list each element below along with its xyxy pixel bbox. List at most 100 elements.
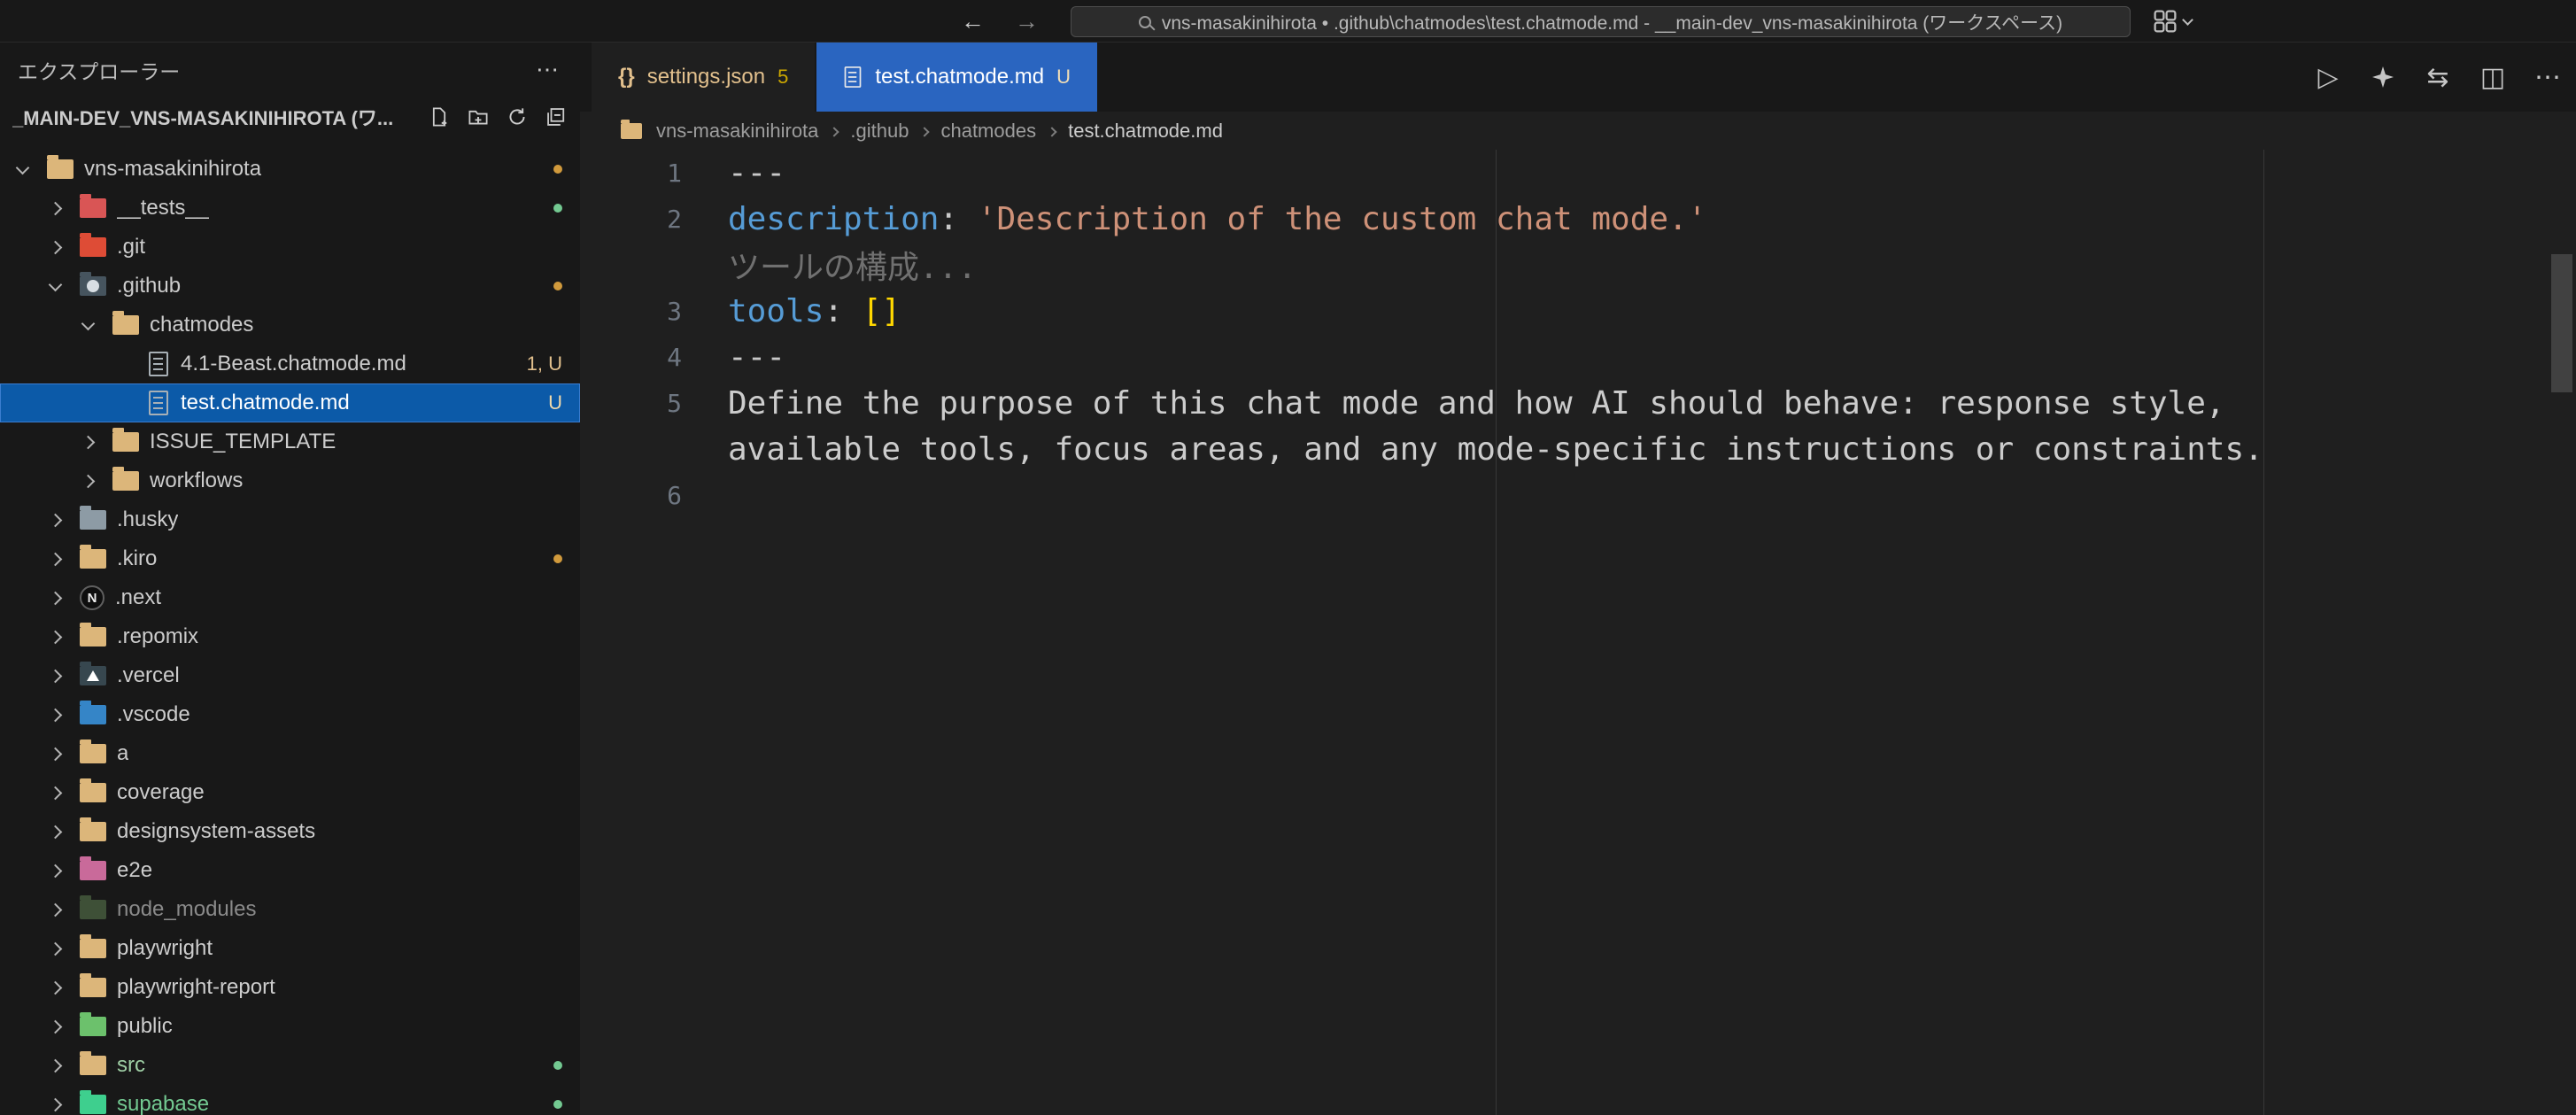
tree-item-label: supabase — [117, 1092, 209, 1115]
folder-icon — [112, 432, 139, 452]
folder-icon — [80, 1056, 106, 1075]
markdown-file-icon — [845, 66, 862, 88]
code-line[interactable]: 6 — [580, 472, 2576, 518]
code-line[interactable]: ツールの構成... — [580, 242, 2576, 288]
chevron-right-icon — [49, 513, 63, 527]
tree-item-node_modules[interactable]: node_modules — [0, 890, 580, 929]
breadcrumb-item-vns-masakinihirota[interactable]: vns-masakinihirota — [656, 120, 818, 143]
git-status-dot — [553, 165, 562, 174]
tree-item-label: .github — [117, 274, 181, 298]
workspace-section-header[interactable]: _MAIN-DEV_VNS-MASAKINIHIROTA (ワ... — [0, 97, 580, 137]
tree-item-.vscode[interactable]: .vscode — [0, 695, 580, 734]
line-number: 6 — [580, 481, 682, 510]
chevron-right-icon — [49, 1058, 63, 1072]
copilot-icon[interactable] — [2369, 66, 2397, 88]
code-area: 1---2description: 'Description of the cu… — [580, 150, 2576, 518]
git-status-dot — [553, 282, 562, 290]
chevron-right-icon — [49, 552, 63, 566]
more-actions-icon[interactable]: ⋯ — [2533, 62, 2562, 93]
explorer-more-actions-icon[interactable]: ⋯ — [536, 56, 559, 83]
tree-item-label: 4.1-Beast.chatmode.md — [181, 352, 406, 376]
tree-item-e2e[interactable]: e2e — [0, 851, 580, 890]
tree-item-.github[interactable]: .github — [0, 267, 580, 306]
breadcrumb-item-chatmodes[interactable]: chatmodes — [940, 120, 1036, 143]
tree-item-label: test.chatmode.md — [181, 391, 350, 415]
chevron-down-icon — [16, 160, 30, 174]
forward-arrow-icon[interactable]: → — [1015, 8, 1039, 35]
breadcrumb-item-.github[interactable]: .github — [850, 120, 909, 143]
tree-item-label: .kiro — [117, 546, 157, 571]
tree-item-label: .vscode — [117, 702, 190, 727]
tree-item-coverage[interactable]: coverage — [0, 773, 580, 812]
tree-item-public[interactable]: public — [0, 1007, 580, 1046]
tree-item-.husky[interactable]: .husky — [0, 500, 580, 539]
tree-item-designsystem-assets[interactable]: designsystem-assets — [0, 812, 580, 851]
tree-item-playwright-report[interactable]: playwright-report — [0, 968, 580, 1007]
collapse-all-icon[interactable] — [541, 102, 571, 132]
chevron-right-icon — [49, 630, 63, 644]
chevron-down-icon — [2182, 14, 2193, 26]
tree-item-4.1-Beast.chatmode.md[interactable]: 4.1-Beast.chatmode.md1, U — [0, 345, 580, 383]
command-center[interactable]: vns-masakinihirota • .github\chatmodes\t… — [1071, 6, 2131, 37]
folder-icon — [80, 237, 106, 257]
code-line[interactable]: 1--- — [580, 150, 2576, 196]
editor-pane[interactable]: 1---2description: 'Description of the cu… — [580, 150, 2576, 1115]
chevron-right-icon — [49, 747, 63, 761]
tree-item-src[interactable]: src — [0, 1046, 580, 1085]
accounts-cluster[interactable] — [2154, 0, 2192, 43]
refresh-icon[interactable] — [502, 102, 532, 132]
git-status-dot — [553, 204, 562, 213]
tab-settings.json[interactable]: {}settings.json5 — [592, 43, 815, 112]
code-text: Define the purpose of this chat mode and… — [682, 385, 2225, 422]
folder-icon — [80, 549, 106, 569]
tree-item-supabase[interactable]: supabase — [0, 1085, 580, 1115]
tree-item-label: node_modules — [117, 897, 256, 922]
tree-item-playwright[interactable]: playwright — [0, 929, 580, 968]
tree-item-workflows[interactable]: workflows — [0, 461, 580, 500]
tree-item-.kiro[interactable]: .kiro — [0, 539, 580, 578]
tab-test.chatmode.md[interactable]: test.chatmode.mdU — [816, 43, 1097, 112]
code-line[interactable]: 4--- — [580, 334, 2576, 380]
tree-item-__tests__[interactable]: __tests__ — [0, 189, 580, 228]
git-status-dot — [553, 1100, 562, 1109]
code-line[interactable]: 3tools: [] — [580, 288, 2576, 334]
code-line[interactable]: 2description: 'Description of the custom… — [580, 196, 2576, 242]
chevron-right-icon — [49, 669, 63, 683]
code-text: --- — [682, 155, 785, 191]
tab-status-badge: 5 — [777, 66, 788, 89]
tree-item-label: playwright-report — [117, 975, 275, 1000]
breadcrumb-separator-icon — [1047, 127, 1056, 136]
tree-item-.vercel[interactable]: .vercel — [0, 656, 580, 695]
tree-item-.repomix[interactable]: .repomix — [0, 617, 580, 656]
tree-item-.next[interactable]: N.next — [0, 578, 580, 617]
chevron-down-icon — [49, 277, 63, 291]
split-editor-icon[interactable]: ◫ — [2479, 62, 2507, 93]
new-file-icon[interactable] — [424, 102, 454, 132]
chevron-right-icon — [81, 474, 96, 488]
folder-icon — [80, 861, 106, 880]
tree-item-a[interactable]: a — [0, 734, 580, 773]
code-line[interactable]: 5Define the purpose of this chat mode an… — [580, 380, 2576, 426]
chevron-right-icon — [49, 201, 63, 215]
tree-item-label: .next — [115, 585, 161, 610]
search-icon — [1139, 16, 1151, 28]
tree-item-label: a — [117, 741, 128, 766]
new-folder-icon[interactable] — [463, 102, 493, 132]
breadcrumb-separator-icon — [920, 127, 930, 136]
chevron-right-icon — [49, 980, 63, 995]
tree-item-.git[interactable]: .git — [0, 228, 580, 267]
back-arrow-icon[interactable]: ← — [961, 8, 985, 35]
code-line[interactable]: available tools, focus areas, and any mo… — [580, 426, 2576, 472]
vertical-scrollbar[interactable] — [2551, 254, 2572, 392]
git-status-dot — [553, 1061, 562, 1070]
line-number: 3 — [580, 297, 682, 326]
breadcrumb-item-test.chatmode.md[interactable]: test.chatmode.md — [1068, 120, 1223, 143]
run-button[interactable]: ▷ — [2314, 62, 2342, 93]
editor-group: {}settings.json5test.chatmode.mdU ▷ ⇆ ◫ ⋯ vn… — [580, 43, 2576, 1115]
tree-item-ISSUE_TEMPLATE[interactable]: ISSUE_TEMPLATE — [0, 422, 580, 461]
tree-item-vns-masakinihirota[interactable]: vns-masakinihirota — [0, 150, 580, 189]
tree-item-test.chatmode.md[interactable]: test.chatmode.mdU — [0, 383, 580, 422]
breadcrumb: vns-masakinihirota .github chatmodes test.c… — [580, 112, 2576, 150]
tree-item-chatmodes[interactable]: chatmodes — [0, 306, 580, 345]
compare-changes-icon[interactable]: ⇆ — [2424, 62, 2452, 93]
